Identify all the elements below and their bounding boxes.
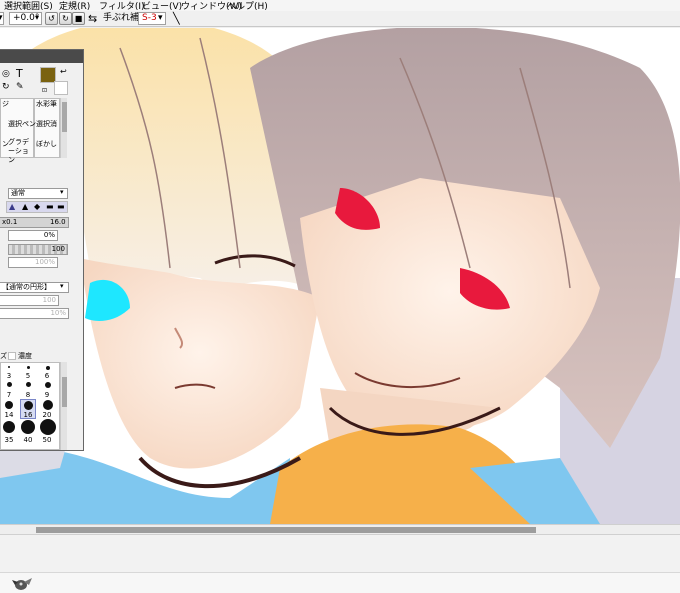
brush-size-dot[interactable]: [40, 419, 56, 435]
brush-size-label: 7: [6, 391, 12, 399]
brush-size-label: 40: [23, 436, 33, 444]
brush-size-label: 14: [4, 411, 14, 419]
toolbar: ▾ +0.0° ▾ ↺ ↻ ■ ⇆ 手ぶれ補正 S-3 ▾ ╲: [0, 11, 680, 27]
blend-mode-select[interactable]: 通常: [8, 188, 68, 199]
edge-shape-1-icon[interactable]: ▲: [9, 202, 15, 211]
brush-size-dot[interactable]: [5, 401, 13, 409]
size-multiplier: x0.1: [2, 218, 18, 226]
tool-list-scrollbar[interactable]: [60, 98, 67, 158]
brush-size-dot[interactable]: [24, 401, 33, 410]
eyedropper-icon[interactable]: ✎: [16, 83, 24, 92]
reset-rotation-icon[interactable]: ■: [72, 12, 85, 25]
density-checkbox-label: 濃度: [18, 352, 32, 360]
line-tool-icon[interactable]: ╲: [173, 12, 180, 25]
zoom-dropdown-arrow[interactable]: ▾: [0, 12, 4, 25]
brush-size-label: 9: [44, 391, 50, 399]
menu-selection[interactable]: 選択範囲(S): [4, 0, 53, 11]
tool-item-blur[interactable]: ぼかし: [36, 140, 57, 149]
canvas[interactable]: [0, 28, 680, 524]
density-faded-slider[interactable]: 100%: [8, 257, 58, 268]
min-size-value: 0%: [43, 231, 55, 239]
edge-shape-3-icon[interactable]: ◆: [34, 202, 40, 211]
flip-icon[interactable]: ⇆: [88, 12, 97, 25]
tool-item-brush[interactable]: ジ: [2, 100, 9, 109]
brush-size-label: 5: [25, 372, 31, 380]
canvas-horizontal-scrollbar[interactable]: [0, 524, 680, 534]
blend-mode-dropdown-icon[interactable]: ▾: [60, 188, 64, 197]
shape-strength-slider[interactable]: 100: [0, 295, 59, 306]
density-value: 100: [51, 245, 65, 253]
density-slider[interactable]: 100: [8, 244, 68, 255]
edge-shape-2-icon[interactable]: ▲: [22, 202, 28, 211]
lower-panel: [0, 534, 680, 572]
text-tool-icon[interactable]: T: [16, 68, 23, 79]
brush-size-label: 16: [23, 411, 33, 419]
brush-size-dot[interactable]: [7, 382, 12, 387]
menu-bar: 選択範囲(S) 定規(R) フィルタ(I) ビュー(V) ウィンドウ(W) ヘル…: [0, 0, 680, 11]
menu-help[interactable]: ヘルプ(H): [227, 0, 268, 11]
brush-size-dot[interactable]: [43, 400, 53, 410]
brush-size-label: 50: [42, 436, 52, 444]
brush-size-scrollbar[interactable]: [60, 362, 67, 450]
artwork: [0, 28, 680, 524]
brush-size-label: 6: [44, 372, 50, 380]
brush-size-label: 20: [42, 411, 52, 419]
rotate-ccw-icon[interactable]: ↺: [45, 12, 58, 25]
blend-mode-value: 通常: [11, 189, 25, 197]
edge-shape-5-icon[interactable]: ▬: [57, 202, 65, 211]
menu-view[interactable]: ビュー(V): [142, 0, 182, 11]
texture-strength-slider[interactable]: 10%: [0, 308, 69, 319]
stabilizer-value: S-3: [142, 13, 157, 23]
brush-size-label: 3: [6, 372, 12, 380]
brush-size-dot[interactable]: [26, 382, 31, 387]
brush-size-label: 35: [4, 436, 14, 444]
brush-size-dot[interactable]: [8, 366, 10, 368]
brush-shape-value: 【通常の円形】: [2, 283, 51, 291]
rotate-cw-icon[interactable]: ↻: [59, 12, 72, 25]
tool-item-gradation[interactable]: グラデーション: [8, 138, 34, 165]
tool-item-watercolor[interactable]: 水彩筆: [36, 100, 57, 109]
size-checkbox-label-partial: ズ: [0, 352, 7, 360]
brush-size-dot[interactable]: [45, 382, 51, 388]
brush-size-label: 8: [25, 391, 31, 399]
brush-shape-dropdown-icon[interactable]: ▾: [60, 282, 64, 291]
brush-shape-select[interactable]: 【通常の円形】: [0, 282, 69, 293]
lasso-icon[interactable]: ◎: [2, 70, 10, 79]
min-size-slider[interactable]: 0%: [8, 230, 58, 241]
status-bar: [0, 572, 680, 593]
brush-size-scroll-thumb[interactable]: [62, 377, 67, 407]
size-value: 16.0: [50, 218, 66, 226]
menu-ruler[interactable]: 定規(R): [59, 0, 90, 11]
rotation-dropdown-icon[interactable]: ▾: [32, 12, 42, 25]
tool-item-select-eraser[interactable]: 選択消: [36, 120, 57, 129]
tool-list-scroll-thumb[interactable]: [62, 102, 67, 132]
brush-size-dot[interactable]: [21, 420, 35, 434]
tool-item-select-pen[interactable]: 選択ペン: [8, 120, 36, 129]
tool-panel-titlebar[interactable]: [0, 50, 83, 63]
edge-shape-4-icon[interactable]: ▬: [46, 202, 54, 211]
brush-size-dot[interactable]: [27, 366, 30, 369]
swap-colors-icon[interactable]: ↩: [60, 67, 67, 76]
paint-tool-sai-icon[interactable]: [12, 576, 34, 592]
shape-strength-value: 100: [42, 296, 56, 304]
tool-panel: ◎ T ↻ ✎ ↩ ⊡ ジ 水彩筆 選択ペン 選択消 ン グラデーション ぼかし…: [0, 49, 84, 451]
brush-size-dot[interactable]: [3, 421, 15, 433]
menu-filter[interactable]: フィルタ(I): [99, 0, 145, 11]
stabilizer-dropdown-icon[interactable]: ▾: [158, 12, 166, 25]
rotate-hand-icon[interactable]: ↻: [2, 83, 10, 92]
brush-size-dot[interactable]: [46, 366, 50, 370]
canvas-scroll-thumb[interactable]: [36, 527, 536, 533]
transparent-color-icon[interactable]: ⊡: [42, 86, 47, 95]
texture-strength-value: 10%: [50, 309, 66, 317]
density-checkbox[interactable]: [8, 352, 16, 360]
density-faded-value: 100%: [34, 258, 55, 266]
sub-color-swatch[interactable]: [54, 81, 68, 95]
